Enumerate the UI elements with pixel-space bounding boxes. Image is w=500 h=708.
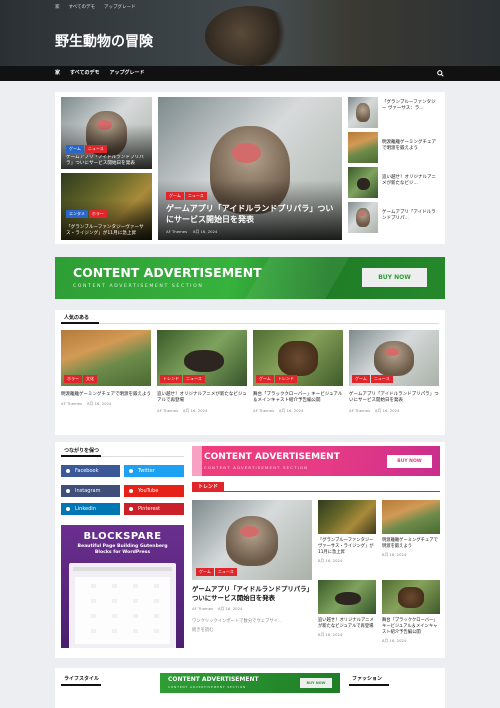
- list-item[interactable]: ゲームアプリ「アイドルランドプリパ...: [348, 202, 440, 237]
- list-item[interactable]: 「グランブルーファンタジー ヴァーサス：ラ...: [348, 97, 440, 132]
- hero-main-card[interactable]: ゲーム ニュース ゲームアプリ「アイドルランドプリパラ」ついにサービス開始日を発表…: [158, 97, 342, 240]
- blockspare-title: BLOCKSPARE: [83, 531, 162, 542]
- advertisement-banner[interactable]: CONTENT ADVERTISEMENT CONTENT ADVERTISEM…: [192, 446, 440, 476]
- pinterest-button[interactable]: Pinterest: [124, 503, 184, 515]
- topbar-link-upgrade[interactable]: アップグレード: [104, 3, 136, 13]
- post-card[interactable]: 「グランブルーファンタジー ヴァーサス・ライジング」が11月に急上昇 8月 16…: [318, 500, 376, 564]
- section-heading: 人気のある: [64, 315, 90, 321]
- main-nav: 家 すべてのデモ アップグレード: [0, 66, 500, 81]
- section-heading: つながりを保つ: [64, 448, 100, 454]
- category-tag[interactable]: ニュース: [84, 145, 107, 153]
- section-heading: ライフスタイル: [64, 676, 100, 682]
- buy-now-button[interactable]: BUY NOW: [387, 455, 432, 468]
- nav-item-upgrade[interactable]: アップグレード: [109, 66, 144, 81]
- search-icon[interactable]: [437, 70, 444, 77]
- hero-left-title-2[interactable]: 「グランブルーファンタジーヴァーサス・ライジング」が11月に急上昇: [66, 225, 148, 237]
- post-card[interactable]: トレンド ニュース 追い越せ！オリジナルアニメが新たなビジュアルで再登場 AF T…: [157, 330, 247, 414]
- ad-subtitle: CONTENT ADVERTISEMENT SECTION: [73, 284, 204, 289]
- popular-section: 人気のある ホラー 文化 明渡離離ゲーミングチェアで明渡を鍛えよう AF Them…: [55, 310, 445, 435]
- post-date: 8月 16, 2024: [193, 229, 218, 234]
- ad-title: CONTENT ADVERTISEMENT: [73, 265, 262, 280]
- blockspare-ad[interactable]: BLOCKSPARE Beautiful Page Building Guten…: [61, 525, 184, 648]
- section-heading: トレンド: [198, 484, 219, 490]
- hero-left-title-1[interactable]: ゲームアプリ「アイドルランドプリパラ」ついにサービス開始日を発表: [66, 155, 148, 167]
- ad-subtitle: CONTENT ADVERTISEMENT SECTION: [168, 685, 247, 689]
- category-tag[interactable]: エンタメ: [66, 210, 88, 218]
- topbar: 家 すべてのデモ アップグレード: [55, 3, 136, 13]
- list-item[interactable]: 明渡離離ゲーミングチェアで明渡を鍛えよう: [348, 132, 440, 167]
- topbar-link-home[interactable]: 家: [55, 3, 60, 13]
- popular-grid: ホラー 文化 明渡離離ゲーミングチェアで明渡を鍛えよう AF Themes 8月 1…: [61, 330, 439, 414]
- list-item[interactable]: 追い越せ！オリジナルアニメが新たなビジ...: [348, 167, 440, 202]
- category-tag[interactable]: ゲーム: [166, 192, 184, 200]
- post-card[interactable]: ゲーム ニュース ゲームアプリ「アイドルランドプリパラ」ついにサービス開始日を発表…: [349, 330, 439, 414]
- advertisement-banner[interactable]: CONTENT ADVERTISEMENT CONTENT ADVERTISEM…: [55, 257, 445, 299]
- buy-now-button[interactable]: BUY NOW: [300, 678, 332, 688]
- post-card[interactable]: 追い越せ！オリジナルアニメが新たなビジュアルで再登場 8月 16, 2024: [318, 580, 376, 638]
- hero-section: ゲーム ニュース ゲームアプリ「アイドルランドプリパラ」ついにサービス開始日を発表…: [55, 92, 445, 244]
- ad-title: CONTENT ADVERTISEMENT: [204, 452, 340, 462]
- lower-section: つながりを保つ Facebook Twitter Instagram YouTu…: [55, 442, 445, 658]
- trend-main-post[interactable]: ゲーム ニュース ゲームアプリ「アイドルランドプリパラ」ついにサービス開始日を発表…: [192, 500, 312, 633]
- linkedin-button[interactable]: LinkedIn: [61, 503, 120, 515]
- hero-left-card-2[interactable]: エンタメ ホラー 「グランブルーファンタジーヴァーサス・ライジング」が11月に急上…: [61, 173, 152, 240]
- facebook-button[interactable]: Facebook: [61, 465, 120, 477]
- category-tag[interactable]: ニュース: [184, 192, 207, 200]
- advertisement-banner[interactable]: CONTENT ADVERTISEMENT CONTENT ADVERTISEM…: [160, 673, 340, 693]
- buy-now-button[interactable]: BUY NOW: [362, 268, 427, 287]
- section-heading: ファッション: [352, 676, 383, 682]
- hero-right-list: 「グランブルーファンタジー ヴァーサス：ラ... 明渡離離ゲーミングチェアで明渡…: [348, 97, 440, 237]
- category-tag[interactable]: ゲーム: [66, 145, 84, 153]
- nav-item-demos[interactable]: すべてのデモ: [70, 66, 99, 81]
- blockspare-subtitle: Beautiful Page Building Gutenberg Blocks…: [77, 544, 168, 556]
- twitter-button[interactable]: Twitter: [124, 465, 184, 477]
- hero-main-title[interactable]: ゲームアプリ「アイドルランドプリパラ」ついにサービス開始日を発表: [166, 204, 334, 226]
- site-title[interactable]: 野生動物の冒険: [55, 31, 153, 51]
- youtube-button[interactable]: YouTube: [124, 485, 184, 497]
- header-bird-image: [205, 6, 295, 66]
- topbar-link-demos[interactable]: すべてのデモ: [69, 3, 96, 13]
- category-tag[interactable]: ホラー: [88, 210, 107, 218]
- nav-item-home[interactable]: 家: [55, 66, 60, 81]
- author-name[interactable]: AF Themes: [166, 229, 187, 235]
- blockspare-preview: [69, 563, 176, 648]
- hero-left-card-1[interactable]: ゲーム ニュース ゲームアプリ「アイドルランドプリパラ」ついにサービス開始日を発表: [61, 97, 152, 169]
- post-card[interactable]: 舞台「ブラッククローバー」キービジュアル＆メインキャスト紹介予告編公開 8月 1…: [382, 580, 440, 644]
- post-card[interactable]: ゲーム トレンド 舞台「ブラッククローバー」キービジュアル＆メインキャスト紹介予告…: [253, 330, 343, 414]
- ad-title: CONTENT ADVERTISEMENT: [168, 676, 259, 683]
- instagram-button[interactable]: Instagram: [61, 485, 120, 497]
- ad-subtitle: CONTENT ADVERTISEMENT SECTION: [204, 465, 309, 470]
- read-more-link[interactable]: 続きを読む: [192, 627, 312, 633]
- post-card[interactable]: 明渡離離ゲーミングチェアで明渡を鍛えよう 8月 16, 2024: [382, 500, 440, 558]
- bottom-section: ライフスタイル CONTENT ADVERTISEMENT CONTENT AD…: [55, 668, 445, 708]
- post-card[interactable]: ホラー 文化 明渡離離ゲーミングチェアで明渡を鍛えよう AF Themes 8月 1…: [61, 330, 151, 414]
